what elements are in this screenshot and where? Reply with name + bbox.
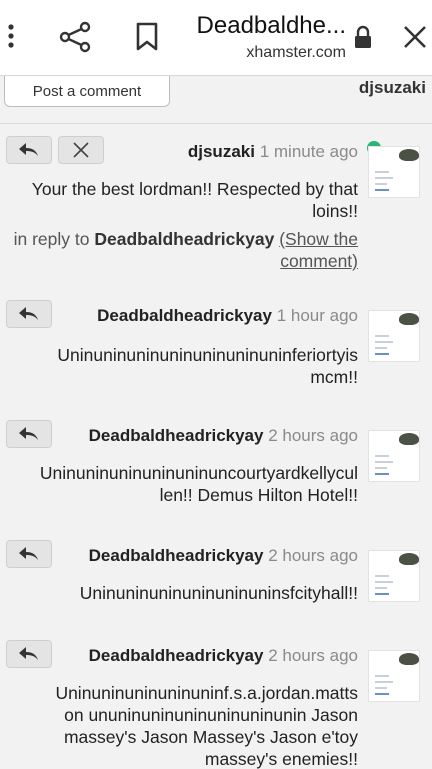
comment-item: Deadbaldheadrickyay 1 hour ago Uninuninu… xyxy=(0,300,432,410)
post-comment-button[interactable]: Post a comment xyxy=(4,76,170,107)
comment-author[interactable]: Deadbaldheadrickyay xyxy=(97,306,272,325)
comment-text: Uninuninuninuninuninuncourtyardkellycul … xyxy=(39,463,358,505)
reply-info-continued: comment) xyxy=(8,250,358,272)
comment-meta: Deadbaldheadrickyay 1 hour ago xyxy=(97,306,358,326)
reply-arrow-icon xyxy=(19,547,38,560)
comment-time: 1 hour ago xyxy=(276,306,358,325)
reply-arrow-icon xyxy=(19,307,38,320)
comment-author[interactable]: Deadbaldheadrickyay xyxy=(89,546,264,565)
dismiss-button[interactable] xyxy=(58,136,104,164)
comment-composer: Post a comment djsuzaki xyxy=(0,76,432,124)
reply-arrow-icon xyxy=(19,427,38,440)
avatar[interactable] xyxy=(368,650,420,702)
comment-author[interactable]: Deadbaldheadrickyay xyxy=(89,646,264,665)
avatar[interactable] xyxy=(368,146,420,198)
comment-author[interactable]: djsuzaki xyxy=(188,142,255,161)
comment-time: 2 hours ago xyxy=(268,426,358,445)
lock-icon xyxy=(350,22,376,52)
show-comment-link[interactable]: (Show the xyxy=(279,229,358,249)
comment-meta: djsuzaki 1 minute ago xyxy=(188,142,358,162)
comment-author[interactable]: Deadbaldheadrickyay xyxy=(89,426,264,445)
reply-button[interactable] xyxy=(6,300,52,328)
comment-time: 1 minute ago xyxy=(259,142,358,161)
x-icon xyxy=(73,142,89,158)
avatar[interactable] xyxy=(368,430,420,482)
browser-top-bar: Deadbaldhe... xhamster.com xyxy=(0,0,432,76)
page-title: Deadbaldhe... xyxy=(196,12,346,39)
page-url: xhamster.com xyxy=(246,44,346,61)
comment-item: Deadbaldheadrickyay 2 hours ago Uninunin… xyxy=(0,540,432,630)
comment-text: Your the best lordman!! Respected by tha… xyxy=(31,179,358,221)
reply-button[interactable] xyxy=(6,420,52,448)
comment-meta: Deadbaldheadrickyay 2 hours ago xyxy=(89,646,358,666)
comment-item: Deadbaldheadrickyay 2 hours ago Uninunin… xyxy=(0,420,432,530)
comment-time: 2 hours ago xyxy=(268,646,358,665)
share-icon[interactable] xyxy=(56,18,94,56)
avatar[interactable] xyxy=(368,550,420,602)
reply-arrow-icon xyxy=(19,647,38,660)
reply-button[interactable] xyxy=(6,540,52,568)
kebab-menu-icon[interactable] xyxy=(0,18,22,54)
bookmark-icon[interactable] xyxy=(128,18,166,56)
reply-button[interactable] xyxy=(6,136,52,164)
reply-arrow-icon xyxy=(19,143,38,156)
comment-meta: Deadbaldheadrickyay 2 hours ago xyxy=(89,546,358,566)
comment-item: djsuzaki 1 minute ago Your the best lord… xyxy=(0,136,432,276)
avatar[interactable] xyxy=(368,310,420,362)
comment-text: Uninuninuninuninuninuninuninferiortyis m… xyxy=(57,345,358,387)
reply-to-author[interactable]: Deadbaldheadrickyay xyxy=(94,229,274,249)
comment-item: Deadbaldheadrickyay 2 hours ago Uninunin… xyxy=(0,640,432,769)
show-comment-link-continued[interactable]: comment) xyxy=(280,251,358,271)
comment-time: 2 hours ago xyxy=(268,546,358,565)
reply-info: in reply to Deadbaldheadrickyay (Show th… xyxy=(13,229,358,249)
reply-button[interactable] xyxy=(6,640,52,668)
comment-text: Uninuninuninuninuninf.s.a.jordan.matts o… xyxy=(55,683,358,769)
current-username: djsuzaki xyxy=(358,78,426,97)
close-icon[interactable] xyxy=(398,18,432,56)
comment-meta: Deadbaldheadrickyay 2 hours ago xyxy=(89,426,358,446)
comment-text: Uninuninuninuninuninuninsfcityhall!! xyxy=(79,583,358,603)
